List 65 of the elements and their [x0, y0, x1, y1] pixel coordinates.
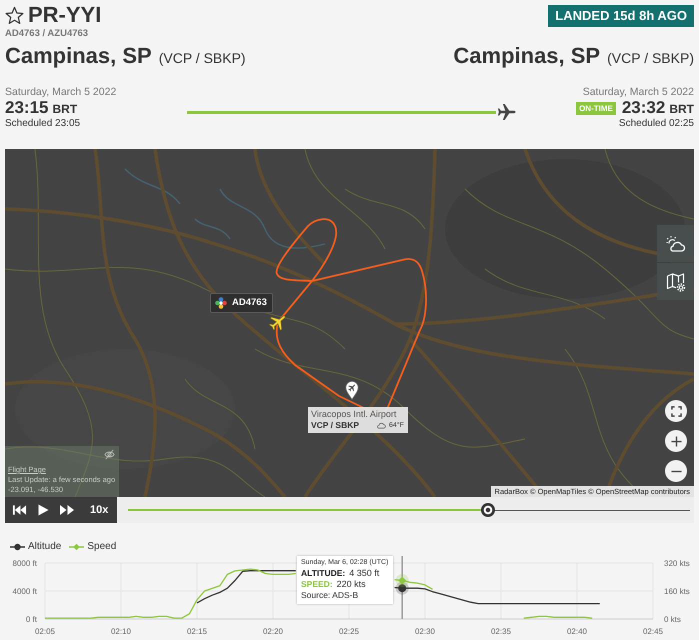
map-layers-button[interactable]: [657, 263, 694, 300]
time-text: 23:15: [5, 99, 48, 117]
x-axis-label: 02:05: [34, 627, 56, 636]
city-name: Campinas, SP: [453, 43, 600, 69]
tooltip-label: ALTITUDE:: [301, 568, 346, 579]
x-axis-label: 02:15: [186, 627, 208, 636]
weather-button[interactable]: [657, 225, 694, 262]
legend-item[interactable]: Speed: [69, 541, 116, 553]
data-point: [396, 582, 409, 595]
legend-item[interactable]: Altitude: [10, 541, 62, 553]
airport-codes: (VCP / SBKP): [158, 50, 246, 66]
x-axis-label: 02:10: [110, 627, 132, 636]
fullscreen-icon: [670, 406, 682, 416]
airplane-icon: [496, 102, 517, 122]
city-name: Campinas, SP: [5, 43, 152, 69]
airport-codes: (VCP / SBKP): [607, 50, 694, 66]
tooltip-label: SPEED:: [301, 579, 333, 590]
crosshair-line: [401, 556, 403, 619]
map-gear-icon: [666, 272, 686, 292]
y-axis-label: 0 kts: [664, 615, 681, 624]
airport-name: Viracopos Intl. Airport: [311, 409, 398, 420]
x-axis-label: 02:30: [414, 627, 436, 636]
status-badge: LANDED 15d 8h AGO: [548, 5, 694, 27]
status-tag: ON-TIME: [576, 102, 616, 114]
y-axis-label: 160 kts: [664, 587, 690, 596]
scheduled-time: Scheduled 02:25: [618, 118, 694, 130]
timeline-thumb[interactable]: [480, 503, 495, 517]
tooltip-value: 4 350 ft: [349, 568, 380, 579]
cloud-sun-icon: [666, 234, 686, 254]
data-point: [396, 574, 409, 587]
skip-back-icon: [12, 504, 26, 516]
cloud-icon: [376, 422, 386, 429]
line-marker-icon: [10, 543, 25, 551]
x-axis-label: 02:35: [490, 627, 512, 636]
airport-pin-icon[interactable]: [345, 381, 359, 400]
y-axis-label: 4000 ft: [12, 587, 37, 596]
tooltip-source: Source: ADS-B: [301, 590, 360, 601]
scheduled-time: Scheduled 23:05: [5, 118, 82, 130]
airport-code-text: VCP / SBKP: [311, 420, 360, 431]
play-icon: [38, 504, 48, 516]
airline-logo-icon: [214, 296, 228, 310]
date-text: Saturday, March 5 2022: [5, 86, 118, 99]
x-axis-label: 02:40: [566, 627, 588, 636]
timezone-text: BRT: [669, 102, 694, 116]
playback-speed-button[interactable]: 10x: [88, 503, 110, 517]
fast-forward-icon: [59, 504, 75, 516]
flight-codes: AD4763 / AZU4763: [5, 28, 90, 40]
zoom-in-icon: [670, 436, 682, 446]
timezone-text: BRT: [52, 102, 78, 116]
date-text: Saturday, March 5 2022: [582, 86, 694, 99]
line-marker-icon: [69, 543, 84, 551]
x-axis-label: 02:45: [642, 627, 664, 636]
time-text: 23:32: [622, 99, 666, 117]
aircraft-registration: PR-YYI: [28, 3, 102, 27]
x-axis-label: 02:20: [262, 627, 284, 636]
y-axis-label: 8000 ft: [12, 559, 37, 568]
callsign-text: AD4763: [232, 297, 267, 309]
eye-slash-icon[interactable]: [104, 449, 116, 460]
x-axis-label: 02:25: [338, 627, 360, 636]
y-axis-label: 320 kts: [664, 559, 690, 568]
star-icon[interactable]: [5, 6, 24, 24]
aircraft-label[interactable]: AD4763: [210, 293, 273, 313]
y-axis-label: 0 ft: [26, 615, 37, 624]
tooltip-value: 220 kts: [336, 579, 366, 590]
map-drawing[interactable]: [5, 149, 694, 497]
